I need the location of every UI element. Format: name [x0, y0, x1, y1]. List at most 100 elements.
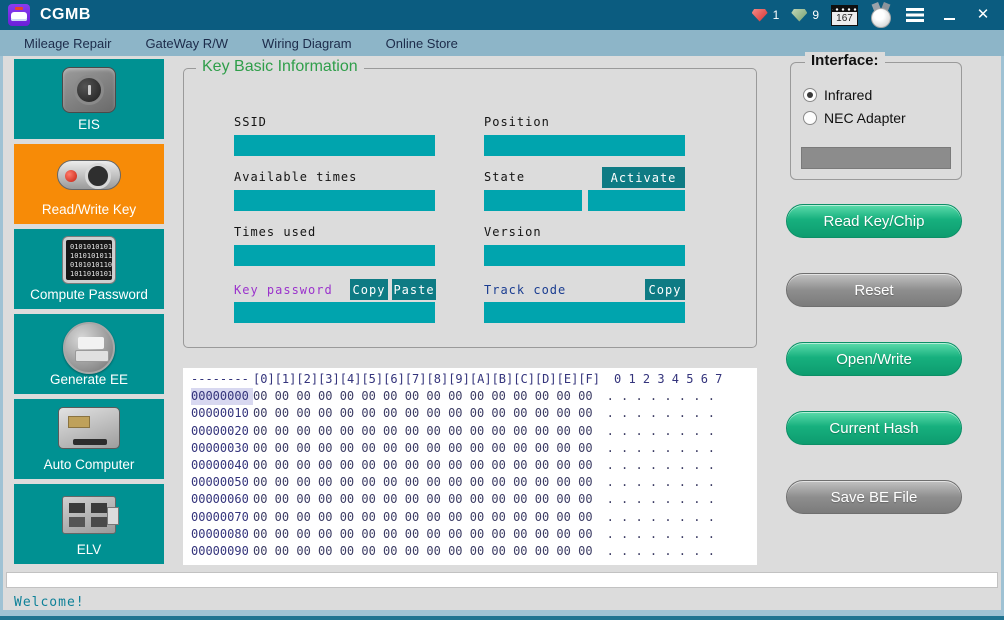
hex-bytes-cell: 00 00 00 00 00 00 00 00 00 00 00 00 00 0… — [253, 457, 593, 474]
key-password-field[interactable] — [234, 302, 435, 323]
hex-ascii-cell: . . . . . . . . — [607, 526, 715, 543]
red-gem-badge: 1 — [752, 8, 780, 22]
hex-column-header: [B] — [492, 372, 514, 386]
hex-column-header: [6] — [383, 372, 405, 386]
hamburger-menu-button[interactable] — [904, 0, 926, 30]
hex-offset-cell: 00000050 — [191, 474, 253, 491]
sidebar-item-label: EIS — [78, 117, 100, 132]
key-password-label: Key password — [234, 283, 333, 297]
hex-column-header: [1] — [275, 372, 297, 386]
minimize-icon — [944, 18, 955, 20]
sidebar-item-icon — [57, 160, 121, 190]
action-button[interactable]: Reset — [786, 273, 962, 307]
action-button[interactable]: Current Hash — [786, 411, 962, 445]
action-button[interactable]: Open/Write — [786, 342, 962, 376]
menu-item[interactable]: GateWay R/W — [145, 36, 228, 51]
hex-ascii-cell: . . . . . . . . — [607, 474, 715, 491]
available-times-field[interactable] — [234, 190, 435, 211]
action-button[interactable]: Read Key/Chip — [786, 204, 962, 238]
sidebar-item[interactable]: Auto Computer — [14, 399, 164, 479]
title-bar: CGMB 1 9 167 ✕ — [0, 0, 1004, 30]
hex-offset-cell: 00000030 — [191, 440, 253, 457]
titlebar-controls: 1 9 167 ✕ — [752, 0, 994, 30]
track-code-copy-button[interactable]: Copy — [645, 279, 685, 300]
hex-bytes-cell: 00 00 00 00 00 00 00 00 00 00 00 00 00 0… — [253, 491, 593, 508]
hex-ascii-cell: . . . . . . . . — [607, 440, 715, 457]
window-title: CGMB — [40, 6, 91, 24]
times-used-field[interactable] — [234, 245, 435, 266]
version-field[interactable] — [484, 245, 685, 266]
sidebar-item[interactable]: Compute Password — [14, 229, 164, 309]
key-password-copy-button[interactable]: Copy — [350, 279, 388, 300]
interface-radio-option[interactable]: Infrared — [803, 87, 906, 103]
radio-label: Infrared — [824, 87, 872, 103]
hex-bytes-cell: 00 00 00 00 00 00 00 00 00 00 00 00 00 0… — [253, 388, 593, 405]
ssid-label: SSID — [234, 115, 267, 129]
minimize-button[interactable] — [938, 0, 960, 30]
hex-row[interactable]: 0000009000 00 00 00 00 00 00 00 00 00 00… — [191, 543, 757, 560]
sidebar-item-label: ELV — [77, 542, 102, 557]
radio-label: NEC Adapter — [824, 110, 906, 126]
menu-item[interactable]: Mileage Repair — [24, 36, 111, 51]
hex-ascii-cell: . . . . . . . . — [607, 423, 715, 440]
hex-row[interactable]: 0000000000 00 00 00 00 00 00 00 00 00 00… — [191, 388, 757, 405]
ssid-field[interactable] — [234, 135, 435, 156]
menu-item[interactable]: Online Store — [386, 36, 458, 51]
hex-row[interactable]: 0000005000 00 00 00 00 00 00 00 00 00 00… — [191, 474, 757, 491]
sidebar-item[interactable]: ELV — [14, 484, 164, 564]
track-code-label: Track code — [484, 283, 566, 297]
menu-item[interactable]: Wiring Diagram — [262, 36, 352, 51]
hex-row[interactable]: 0000003000 00 00 00 00 00 00 00 00 00 00… — [191, 440, 757, 457]
hex-bytes-cell: 00 00 00 00 00 00 00 00 00 00 00 00 00 0… — [253, 423, 593, 440]
interface-options: Infrared NEC Adapter — [803, 87, 906, 126]
version-label: Version — [484, 225, 542, 239]
hex-ascii-cell: . . . . . . . . — [607, 405, 715, 422]
action-button[interactable]: Save BE File — [786, 480, 962, 514]
hex-row[interactable]: 0000007000 00 00 00 00 00 00 00 00 00 00… — [191, 509, 757, 526]
interface-radio-option[interactable]: NEC Adapter — [803, 110, 906, 126]
hex-row[interactable]: 0000008000 00 00 00 00 00 00 00 00 00 00… — [191, 526, 757, 543]
hex-offset-cell: 00000080 — [191, 526, 253, 543]
interface-panel: Interface: InfraredNEC Adapter — [790, 62, 962, 180]
position-label: Position — [484, 115, 550, 129]
hex-bytes-cell: 00 00 00 00 00 00 00 00 00 00 00 00 00 0… — [253, 509, 593, 526]
hex-row[interactable]: 0000002000 00 00 00 00 00 00 00 00 00 00… — [191, 423, 757, 440]
medal-icon[interactable] — [870, 3, 892, 29]
hex-column-header: [A] — [470, 372, 492, 386]
state-field[interactable] — [484, 190, 582, 211]
hex-offset-cell: 00000000 — [191, 388, 253, 405]
panel-title: Key Basic Information — [196, 58, 364, 76]
action-button-column: Read Key/Chip Reset Open/Write Current Hash… — [786, 204, 962, 514]
sidebar-item[interactable]: Read/Write Key — [14, 144, 164, 224]
hex-dump-viewer[interactable]: --------[0][1][2][3][4][5][6][7][8][9][A… — [183, 368, 757, 565]
status-progress-bar — [6, 572, 998, 588]
track-code-field[interactable] — [484, 302, 685, 323]
activate-button[interactable]: Activate — [602, 167, 685, 188]
sidebar-item[interactable]: Generate EE — [14, 314, 164, 394]
sidebar-item[interactable]: EIS — [14, 59, 164, 139]
sidebar-item-icon — [62, 67, 116, 113]
hex-column-header: [5] — [361, 372, 383, 386]
window-frame-left — [0, 56, 3, 616]
hex-row[interactable]: 0000006000 00 00 00 00 00 00 00 00 00 00… — [191, 491, 757, 508]
red-gem-count: 1 — [773, 8, 780, 22]
hex-ascii-cell: . . . . . . . . — [607, 509, 715, 526]
hex-offset-cell: 00000060 — [191, 491, 253, 508]
interface-panel-title: Interface: — [805, 52, 885, 69]
hex-bytes-cell: 00 00 00 00 00 00 00 00 00 00 00 00 00 0… — [253, 440, 593, 457]
hex-bytes-cell: 00 00 00 00 00 00 00 00 00 00 00 00 00 0… — [253, 474, 593, 491]
hex-column-header: [C] — [513, 372, 535, 386]
close-button[interactable]: ✕ — [972, 0, 994, 30]
status-message: Welcome! — [14, 595, 85, 610]
key-password-paste-button[interactable]: Paste — [392, 279, 436, 300]
red-gem-icon — [752, 9, 768, 22]
hex-row[interactable]: 0000004000 00 00 00 00 00 00 00 00 00 00… — [191, 457, 757, 474]
hex-bytes-cell: 00 00 00 00 00 00 00 00 00 00 00 00 00 0… — [253, 405, 593, 422]
state-field-2[interactable] — [588, 190, 685, 211]
hex-column-header: [D] — [535, 372, 557, 386]
counter-icon: 167 — [831, 5, 858, 26]
hex-row[interactable]: 0000001000 00 00 00 00 00 00 00 00 00 00… — [191, 405, 757, 422]
hex-offset-cell: 00000010 — [191, 405, 253, 422]
position-field[interactable] — [484, 135, 685, 156]
hex-column-header: [7] — [405, 372, 427, 386]
